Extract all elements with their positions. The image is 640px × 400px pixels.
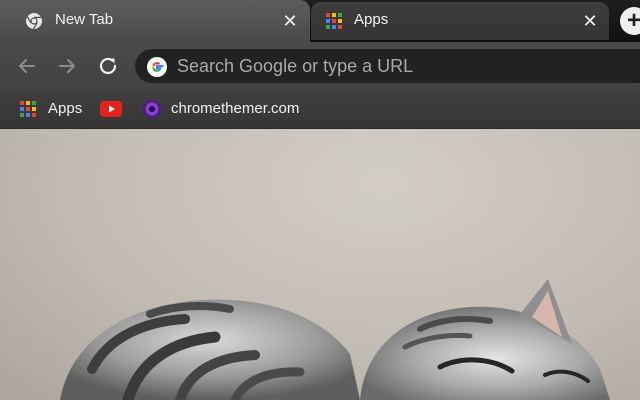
apps-grid-icon — [326, 13, 342, 29]
youtube-icon — [100, 101, 122, 117]
bookmark-chromethemer[interactable]: chromethemer.com — [142, 96, 312, 122]
new-tab-page-background — [0, 129, 640, 400]
chrome-icon — [26, 13, 42, 30]
close-tab-icon[interactable]: ✕ — [281, 12, 299, 30]
tab-new-tab[interactable]: New Tab ✕ — [0, 0, 310, 42]
toolbar — [0, 42, 640, 90]
bookmarks-bar: Apps chromethemer.com — [0, 90, 640, 129]
omnibox[interactable] — [135, 49, 640, 83]
bookmark-label: Apps — [48, 100, 83, 117]
tab-title: Apps — [354, 11, 389, 28]
close-tab-icon[interactable]: ✕ — [581, 12, 599, 30]
arrow-left-icon[interactable] — [15, 54, 39, 78]
bookmark-apps[interactable]: Apps — [19, 96, 89, 122]
new-tab-button[interactable]: + — [620, 7, 640, 35]
apps-grid-icon — [20, 101, 36, 117]
bookmark-youtube[interactable] — [100, 96, 124, 122]
search-input[interactable] — [177, 53, 617, 79]
arrow-right-icon[interactable] — [55, 54, 79, 78]
cat-wallpaper-image — [60, 279, 610, 400]
tab-strip: New Tab ✕ Apps ✕ + — [0, 0, 640, 42]
bookmark-label: chromethemer.com — [171, 100, 300, 117]
tab-apps[interactable]: Apps ✕ — [311, 2, 609, 40]
tab-title: New Tab — [55, 11, 114, 28]
reload-icon[interactable] — [96, 54, 120, 78]
chromethemer-icon — [142, 99, 162, 119]
google-g-icon — [147, 57, 167, 77]
